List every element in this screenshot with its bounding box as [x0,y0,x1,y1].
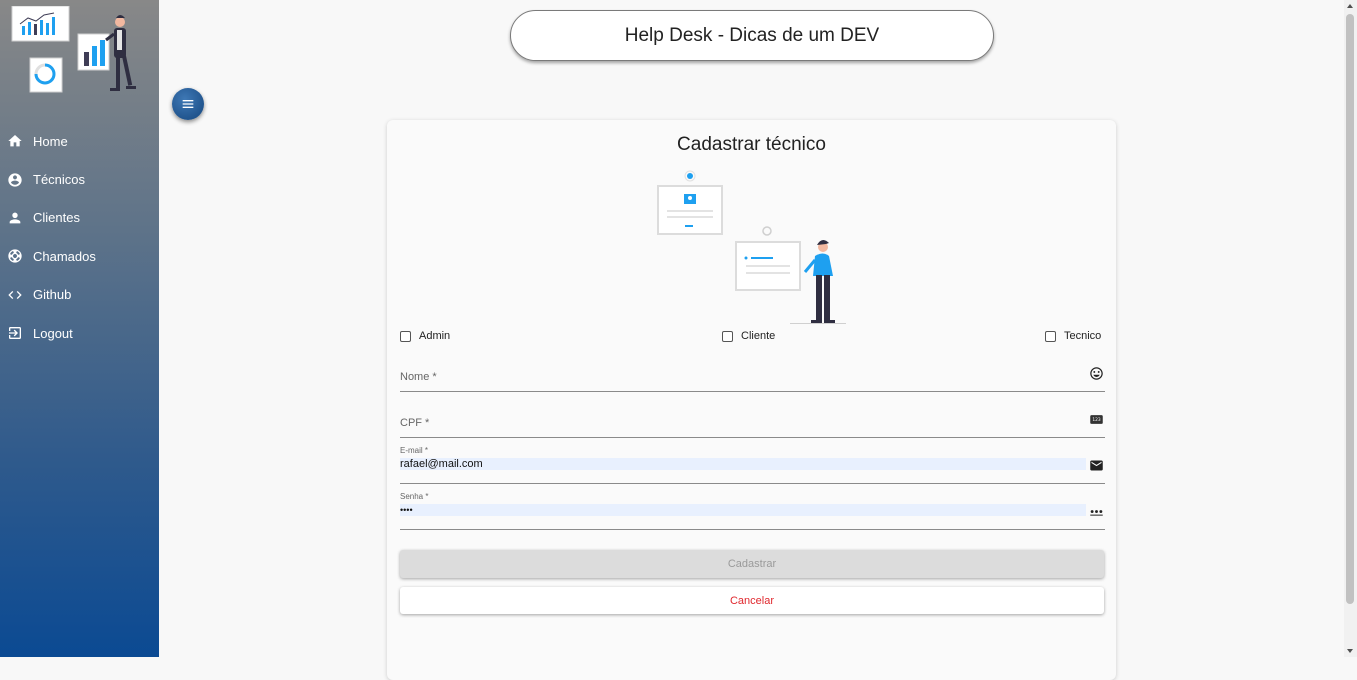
senha-field[interactable]: Senha * •••• [400,490,1105,530]
sidebar-item-logout[interactable]: Logout [0,314,159,352]
page-scrollbar[interactable] [1344,0,1357,657]
sidebar-item-label: Clientes [33,210,80,226]
sidebar-nav: Home Técnicos Clientes Chamados Github L… [0,122,159,352]
email-field[interactable]: E-mail * rafael@mail.com [400,444,1105,484]
register-technician-card: Cadastrar técnico Admin Cliente Tecnico … [387,120,1116,680]
checkbox-tecnico[interactable]: Tecnico [1045,330,1101,342]
pin-123-icon: 123 [1090,415,1103,424]
checkbox-label: Tecnico [1064,330,1102,342]
checkbox-box[interactable] [400,330,411,342]
checkbox-cliente[interactable]: Cliente [722,330,775,342]
sidebar-item-github[interactable]: Github [0,276,159,314]
home-icon [8,135,22,147]
sidebar-item-home[interactable]: Home [0,122,159,160]
support-icon [8,249,22,264]
mail-icon [1090,460,1103,471]
sidebar-item-label: Github [33,287,72,303]
nome-field[interactable]: Nome * [400,352,1105,392]
cpf-field[interactable]: CPF * 123 [400,398,1105,438]
profile-checkboxes: Admin Cliente Tecnico [400,330,1106,348]
sidebar-item-tecnicos[interactable]: Técnicos [0,160,159,198]
svg-text:123: 123 [1092,417,1101,423]
checkbox-box[interactable] [1045,330,1056,342]
cpf-label: CPF * [400,417,430,429]
password-dots-icon [1090,510,1103,516]
sidebar-item-label: Técnicos [33,172,86,188]
dashboard-logo-illustration [11,6,136,93]
checkbox-label: Admin [419,330,451,342]
sidebar-item-label: Chamados [33,248,96,264]
scrollbar-thumb[interactable] [1346,14,1354,604]
account-circle-icon [8,172,22,187]
scroll-up-icon[interactable] [1347,4,1353,8]
app-title: Help Desk - Dicas de um DEV [510,10,994,61]
sidebar-item-chamados[interactable]: Chamados [0,237,159,275]
cancelar-button[interactable]: Cancelar [400,587,1104,614]
email-input[interactable]: rafael@mail.com [400,458,1086,470]
person-icon [9,212,21,224]
password-input[interactable]: •••• [400,504,1086,516]
checkbox-label: Cliente [741,330,776,342]
sidebar-item-label: Logout [33,325,73,341]
hamburger-icon [182,100,194,108]
checkbox-admin[interactable]: Admin [400,330,450,342]
sidebar-item-label: Home [33,133,68,149]
scroll-down-icon[interactable] [1347,649,1353,653]
profile-cards-illustration [657,170,846,324]
cadastrar-button[interactable]: Cadastrar [400,550,1104,578]
nome-label: Nome * [400,371,437,383]
card-title: Cadastrar técnico [677,134,826,155]
checkbox-box[interactable] [722,330,733,342]
sidebar: Home Técnicos Clientes Chamados Github L… [0,0,159,657]
smiley-icon [1090,367,1103,380]
logout-icon [9,327,21,340]
senha-label: Senha * [400,492,429,501]
email-label: E-mail * [400,446,429,455]
sidebar-item-clientes[interactable]: Clientes [0,199,159,237]
menu-toggle-button[interactable] [172,88,204,120]
code-icon [8,290,22,299]
